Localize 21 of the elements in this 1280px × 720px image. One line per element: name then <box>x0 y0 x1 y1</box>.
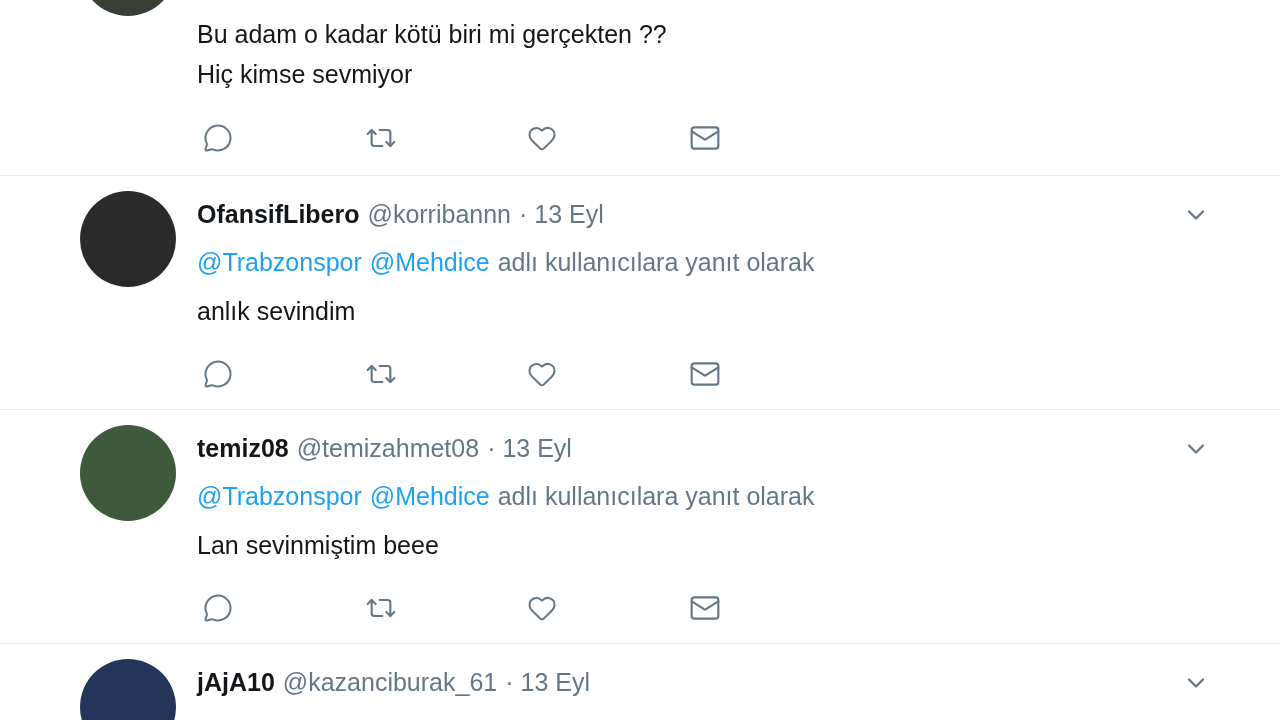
tweet-text: anlık sevindim <box>197 296 357 327</box>
tweet-text: Bu adam o kadar kötü biri mi gerçekten ?? Hiç kimse sevmiyor <box>197 19 668 90</box>
reply-icon[interactable] <box>203 593 233 623</box>
tweet-text: Lan sevinmiştim beee <box>197 530 440 561</box>
tweet-date[interactable]: · 13 Eyl <box>487 430 572 468</box>
mention-link[interactable]: @Mehdice <box>369 478 490 516</box>
user-name[interactable]: OfansifLibero <box>197 196 360 234</box>
mention-link[interactable]: @Trabzonspor <box>197 244 362 282</box>
user-handle[interactable]: @kazanciburak_61 <box>282 664 498 702</box>
user-name[interactable]: temiz08 <box>197 430 289 468</box>
reply-context: adlı kullanıcılara yanıt olarak <box>497 481 815 513</box>
user-handle[interactable]: @temizahmet08 <box>296 430 480 468</box>
reply-context: adlı kullanıcılara yanıt olarak <box>497 247 815 279</box>
tweet-date[interactable]: · 13 Eyl <box>505 664 590 702</box>
mention-link[interactable]: @Mehdice <box>369 244 490 282</box>
user-name[interactable]: jAjA10 <box>197 664 275 702</box>
reply-icon[interactable] <box>203 359 233 389</box>
user-handle[interactable]: @korribannn <box>367 196 512 234</box>
tweet-date[interactable]: · 13 Eyl <box>519 196 604 234</box>
reply-icon[interactable] <box>203 123 233 153</box>
mention-link[interactable]: @Trabzonspor <box>197 478 362 516</box>
